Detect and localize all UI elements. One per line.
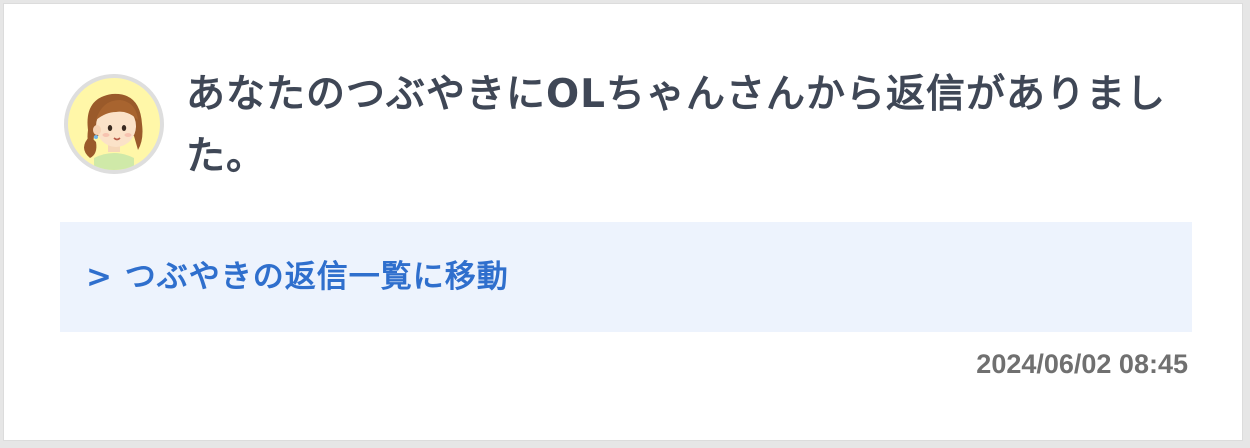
reply-list-link-box[interactable]: > つぶやきの返信一覧に移動: [60, 222, 1192, 332]
notification-timestamp: 2024/06/02 08:45: [976, 349, 1188, 379]
notification-message: あなたのつぶやきにOLちゃんさんから返信がありました。: [186, 72, 1167, 179]
avatar: [64, 74, 164, 174]
notification-card: あなたのつぶやきにOLちゃんさんから返信がありました。 > つぶやきの返信一覧に…: [3, 3, 1243, 441]
ol-chan-avatar-icon: [84, 93, 143, 170]
reply-list-link[interactable]: > つぶやきの返信一覧に移動: [86, 222, 509, 332]
